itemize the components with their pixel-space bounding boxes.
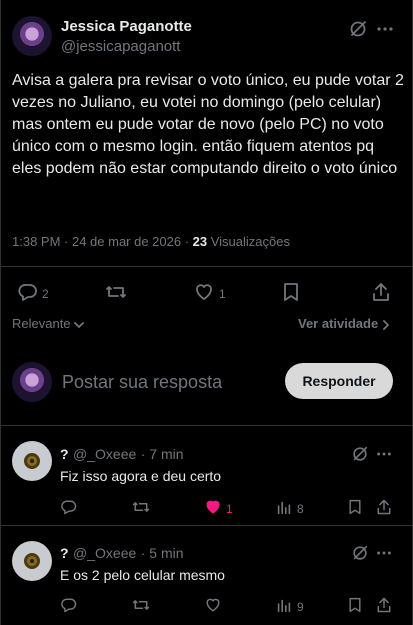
author-handle[interactable]: @jessicapaganott — [61, 38, 180, 55]
post-meta: 1:38 PM · 24 de mar de 2026 · 23 Visuali… — [12, 234, 290, 249]
composer-avatar — [12, 362, 52, 402]
reply-header: ? @_Oxeee · 5 min — [60, 545, 184, 563]
more-icon[interactable] — [375, 544, 393, 562]
sort-dropdown[interactable]: Relevante — [12, 316, 85, 331]
reply-avatar[interactable] — [12, 441, 52, 481]
reply-icon[interactable] — [17, 281, 39, 303]
reply-header: ? @_Oxeee · 7 min — [60, 446, 184, 464]
reply-views-count: 9 — [297, 600, 304, 614]
reply-icon[interactable] — [60, 498, 78, 516]
reply-input[interactable]: Postar sua resposta — [62, 372, 222, 393]
author-name[interactable]: Jessica Paganotte — [61, 18, 192, 35]
divider — [1, 266, 413, 267]
reply-name[interactable]: ? — [60, 446, 69, 462]
sort-label: Relevante — [12, 316, 71, 331]
views-icon[interactable] — [275, 498, 293, 516]
reply-text: E os 2 pelo celular mesmo — [60, 567, 225, 583]
author-avatar[interactable] — [12, 16, 52, 56]
views-count: 23 — [192, 234, 208, 249]
reply-text: Fiz isso agora e deu certo — [60, 468, 222, 484]
reply-time[interactable]: · 7 min — [141, 446, 184, 462]
bookmark-icon[interactable] — [347, 596, 363, 614]
post-text: Avisa a galera pra revisar o voto único,… — [12, 72, 404, 177]
view-activity-link[interactable]: Ver atividade — [298, 316, 390, 331]
grok-icon[interactable] — [348, 19, 368, 39]
chevron-right-icon — [382, 319, 389, 330]
views-label: Visualizações — [207, 234, 290, 249]
share-icon[interactable] — [375, 596, 393, 614]
like-icon[interactable] — [204, 596, 222, 614]
retweet-icon[interactable] — [131, 498, 151, 516]
chevron-down-icon — [74, 321, 85, 328]
reply-button[interactable]: Responder — [285, 363, 393, 399]
reply-like-count: 1 — [226, 502, 233, 516]
reply-item[interactable]: ? @_Oxeee · 5 min E os 2 pelo celular me… — [1, 526, 413, 625]
reply-views-count: 8 — [297, 502, 304, 516]
grok-icon[interactable] — [351, 544, 369, 562]
grok-icon[interactable] — [351, 445, 369, 463]
bookmark-icon[interactable] — [347, 498, 363, 516]
share-icon[interactable] — [370, 281, 392, 303]
retweet-icon[interactable] — [104, 281, 128, 303]
post-time[interactable]: 1:38 PM · 24 de mar de 2026 · — [12, 234, 193, 249]
reply-handle[interactable]: @_Oxeee — [73, 545, 136, 561]
bookmark-icon[interactable] — [281, 281, 301, 303]
like-icon[interactable] — [193, 281, 215, 303]
share-icon[interactable] — [375, 498, 393, 516]
post-detail-panel: Jessica Paganotte @jessicapaganott Avisa… — [0, 0, 413, 625]
retweet-icon[interactable] — [131, 596, 151, 614]
more-icon[interactable] — [375, 19, 395, 39]
reply-count: 2 — [42, 287, 49, 301]
reply-icon[interactable] — [60, 596, 78, 614]
reply-time[interactable]: · 5 min — [141, 545, 184, 561]
like-count: 1 — [219, 287, 226, 301]
more-icon[interactable] — [375, 445, 393, 463]
reply-item[interactable]: ? @_Oxeee · 7 min Fiz isso agora e deu c… — [1, 426, 413, 524]
activity-label: Ver atividade — [298, 316, 379, 331]
like-icon[interactable] — [204, 498, 222, 516]
reply-handle[interactable]: @_Oxeee — [73, 446, 136, 462]
reply-name[interactable]: ? — [60, 545, 69, 561]
views-icon[interactable] — [275, 596, 293, 614]
reply-avatar[interactable] — [12, 541, 52, 581]
